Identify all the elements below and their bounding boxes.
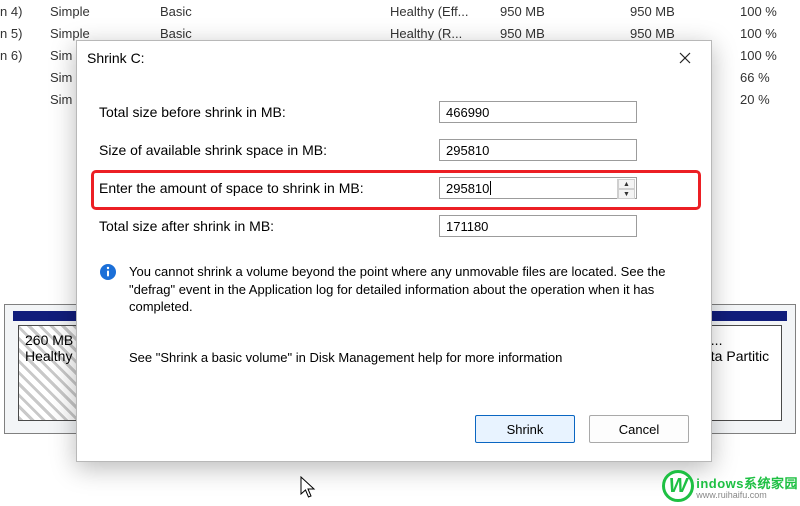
close-button[interactable]	[663, 43, 707, 73]
col-layout: Simple	[50, 26, 160, 41]
amount-input[interactable]: 295810 ▲ ▼	[439, 177, 637, 199]
col-status: Healthy (Eff...	[390, 4, 500, 19]
button-row: Shrink Cancel	[77, 403, 711, 461]
value-text: 295810	[446, 143, 489, 158]
watermark-badge: W	[662, 470, 694, 502]
info-icon	[99, 263, 121, 316]
col-layout: Simple	[50, 4, 160, 19]
label-amount: Enter the amount of space to shrink in M…	[99, 180, 439, 196]
spinner-buttons: ▲ ▼	[617, 179, 635, 199]
label-total-before: Total size before shrink in MB:	[99, 104, 439, 120]
see-also-text: See "Shrink a basic volume" in Disk Mana…	[129, 350, 689, 365]
col-pctfree: 100 %	[740, 26, 800, 41]
col-free: 950 MB	[630, 4, 740, 19]
button-label: Cancel	[619, 422, 659, 437]
button-label: Shrink	[507, 422, 544, 437]
watermark: W indows系统家园 www.ruihaifu.com	[662, 470, 798, 502]
spin-up-button[interactable]: ▲	[618, 179, 635, 189]
col-pctfree: 100 %	[740, 4, 800, 19]
value-text: 466990	[446, 105, 489, 120]
dialog-title: Shrink C:	[87, 50, 663, 66]
watermark-title: indows系统家园	[696, 473, 798, 492]
volume-size: 260 MB	[25, 332, 81, 348]
value-total-after: 171180	[439, 215, 637, 237]
col-free: 950 MB	[630, 26, 740, 41]
col-pctfree: 66 %	[740, 70, 800, 85]
value-text: 171180	[446, 219, 488, 234]
col-partition: n 5)	[0, 26, 50, 41]
spin-down-button[interactable]: ▼	[618, 189, 635, 199]
col-pctfree: 20 %	[740, 92, 800, 107]
row-total-before: Total size before shrink in MB: 466990	[99, 93, 689, 131]
value-available: 295810	[439, 139, 637, 161]
volume-status: Healthy	[25, 348, 81, 364]
close-icon	[679, 52, 691, 64]
row-available: Size of available shrink space in MB: 29…	[99, 131, 689, 169]
cancel-button[interactable]: Cancel	[589, 415, 689, 443]
col-capacity: 950 MB	[500, 4, 630, 19]
label-total-after: Total size after shrink in MB:	[99, 218, 439, 234]
info-text: You cannot shrink a volume beyond the po…	[129, 263, 689, 316]
col-type: Basic	[160, 4, 280, 19]
shrink-dialog: Shrink C: Total size before shrink in MB…	[76, 40, 712, 462]
text-caret	[490, 181, 491, 195]
col-status: Healthy (R...	[390, 26, 500, 41]
shrink-button[interactable]: Shrink	[475, 415, 575, 443]
col-partition: n 4)	[0, 4, 50, 19]
col-type: Basic	[160, 26, 280, 41]
label-available: Size of available shrink space in MB:	[99, 142, 439, 158]
value-total-before: 466990	[439, 101, 637, 123]
watermark-letter: W	[669, 475, 688, 498]
row-amount: Enter the amount of space to shrink in M…	[99, 169, 689, 207]
volume-size: 2...	[703, 332, 775, 348]
mouse-cursor-icon	[300, 476, 318, 500]
row-total-after: Total size after shrink in MB: 171180	[99, 207, 689, 245]
titlebar[interactable]: Shrink C:	[77, 41, 711, 75]
info-section: You cannot shrink a volume beyond the po…	[99, 263, 689, 316]
col-capacity: 950 MB	[500, 26, 630, 41]
volume-status: ata Partitic	[703, 348, 775, 364]
amount-value: 295810	[446, 181, 489, 196]
table-row[interactable]: n 4) Simple Basic Healthy (Eff... 950 MB…	[0, 0, 800, 22]
col-pctfree: 100 %	[740, 48, 800, 63]
col-partition: n 6)	[0, 48, 50, 63]
